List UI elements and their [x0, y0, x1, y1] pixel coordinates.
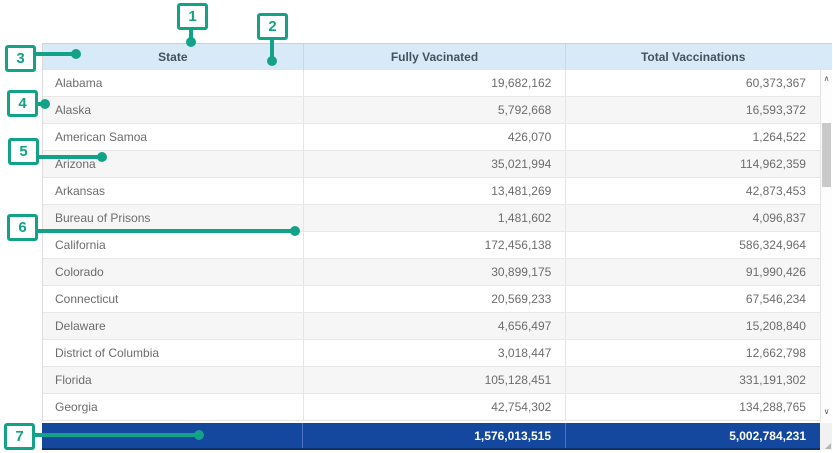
- callout-6-dot: [290, 226, 300, 236]
- column-header-fully-vaccinated[interactable]: Fully Vacinated: [303, 44, 566, 70]
- column-header-state[interactable]: State: [43, 44, 303, 70]
- column-header-total-vaccinations[interactable]: Total Vaccinations: [565, 44, 820, 70]
- table-row: Arkansas 13,481,269 42,873,453: [43, 178, 820, 205]
- callout-7-dot: [194, 430, 204, 440]
- fully-vaccinated-cell: 35,021,994: [303, 151, 566, 177]
- state-cell: District of Columbia: [43, 340, 303, 366]
- fully-vaccinated-cell: 5,792,668: [303, 97, 566, 123]
- state-cell: Alaska: [43, 97, 303, 123]
- scroll-up-icon[interactable]: ∧: [821, 72, 832, 86]
- scrollbar-thumb[interactable]: [822, 123, 831, 187]
- fully-vaccinated-cell: 20,569,233: [303, 286, 566, 312]
- callout-6: 6: [7, 214, 38, 241]
- fully-vaccinated-cell: 42,754,302: [303, 394, 566, 420]
- fully-vaccinated-cell: 30,899,175: [303, 259, 566, 285]
- total-vaccinations-cell: 67,546,234: [565, 286, 820, 312]
- total-vaccinations-cell: 42,873,453: [565, 178, 820, 204]
- state-cell: Alabama: [43, 70, 303, 96]
- total-vaccinations-cell: 114,962,359: [565, 151, 820, 177]
- vertical-scrollbar[interactable]: ∧ ∨: [820, 70, 832, 421]
- table-row: Georgia 42,754,302 134,288,765: [43, 394, 820, 421]
- column-header-spacer: [820, 44, 832, 70]
- table-row: District of Columbia 3,018,447 12,662,79…: [43, 340, 820, 367]
- total-vaccinations-cell: 60,373,367: [565, 70, 820, 96]
- fully-vaccinated-cell: 4,656,497: [303, 313, 566, 339]
- state-cell: Georgia: [43, 394, 303, 420]
- state-cell: Colorado: [43, 259, 303, 285]
- table-header-row: State Fully Vacinated Total Vaccinations: [42, 43, 832, 70]
- total-vaccinations-cell: 91,990,426: [565, 259, 820, 285]
- table-row: Alabama 19,682,162 60,373,367: [43, 70, 820, 97]
- total-vaccinations-cell: 331,191,302: [565, 367, 820, 393]
- callout-7: 7: [4, 423, 35, 450]
- annotated-table-screenshot: State Fully Vacinated Total Vaccinations…: [0, 0, 833, 453]
- callout-5-dot: [97, 152, 107, 162]
- totals-fully-vaccinated-cell: 1,576,013,515: [302, 423, 565, 448]
- state-cell: Arkansas: [43, 178, 303, 204]
- state-cell: Bureau of Prisons: [43, 205, 303, 231]
- callout-1: 1: [177, 3, 208, 30]
- fully-vaccinated-cell: 3,018,447: [303, 340, 566, 366]
- callout-2-dot: [267, 56, 277, 66]
- table-body: Alabama 19,682,162 60,373,367 Alaska 5,7…: [42, 70, 820, 421]
- total-vaccinations-cell: 1,264,522: [565, 124, 820, 150]
- table-row: Colorado 30,899,175 91,990,426: [43, 259, 820, 286]
- state-cell: Connecticut: [43, 286, 303, 312]
- total-vaccinations-cell: 134,288,765: [565, 394, 820, 420]
- total-vaccinations-cell: 586,324,964: [565, 232, 820, 258]
- total-vaccinations-cell: 16,593,372: [565, 97, 820, 123]
- total-vaccinations-cell: 12,662,798: [565, 340, 820, 366]
- callout-1-dot: [186, 37, 196, 47]
- callout-5: 5: [8, 138, 39, 165]
- table-row: Alaska 5,792,668 16,593,372: [43, 97, 820, 124]
- fully-vaccinated-cell: 426,070: [303, 124, 566, 150]
- state-cell: Delaware: [43, 313, 303, 339]
- callout-5-connector: [37, 155, 101, 159]
- callout-2-connector: [270, 39, 274, 57]
- fully-vaccinated-cell: 19,682,162: [303, 70, 566, 96]
- callout-4: 4: [7, 90, 38, 117]
- table-row: California 172,456,138 586,324,964: [43, 232, 820, 259]
- state-cell: California: [43, 232, 303, 258]
- state-cell: American Samoa: [43, 124, 303, 150]
- fully-vaccinated-cell: 172,456,138: [303, 232, 566, 258]
- table-row: Florida 105,128,451 331,191,302: [43, 367, 820, 394]
- resize-grip-icon: [825, 443, 831, 449]
- table-row: Bureau of Prisons 1,481,602 4,096,837: [43, 205, 820, 232]
- total-vaccinations-cell: 4,096,837: [565, 205, 820, 231]
- table-row: Connecticut 20,569,233 67,546,234: [43, 286, 820, 313]
- table-row: American Samoa 426,070 1,264,522: [43, 124, 820, 151]
- table-row: Delaware 4,656,497 15,208,840: [43, 313, 820, 340]
- callout-4-dot: [40, 99, 50, 109]
- callout-3-connector: [34, 52, 74, 56]
- fully-vaccinated-cell: 13,481,269: [303, 178, 566, 204]
- scroll-down-icon[interactable]: ∨: [821, 405, 832, 419]
- callout-7-connector: [33, 433, 198, 437]
- state-cell: Florida: [43, 367, 303, 393]
- totals-total-vaccinations-cell: 5,002,784,231: [565, 423, 820, 448]
- scrollbar-corner: [820, 423, 832, 450]
- callout-3: 3: [5, 45, 36, 72]
- callout-3-dot: [71, 49, 81, 59]
- fully-vaccinated-cell: 1,481,602: [303, 205, 566, 231]
- total-vaccinations-cell: 15,208,840: [565, 313, 820, 339]
- fully-vaccinated-cell: 105,128,451: [303, 367, 566, 393]
- callout-2: 2: [257, 13, 288, 40]
- callout-6-connector: [36, 229, 294, 233]
- table-row: Arizona 35,021,994 114,962,359: [43, 151, 820, 178]
